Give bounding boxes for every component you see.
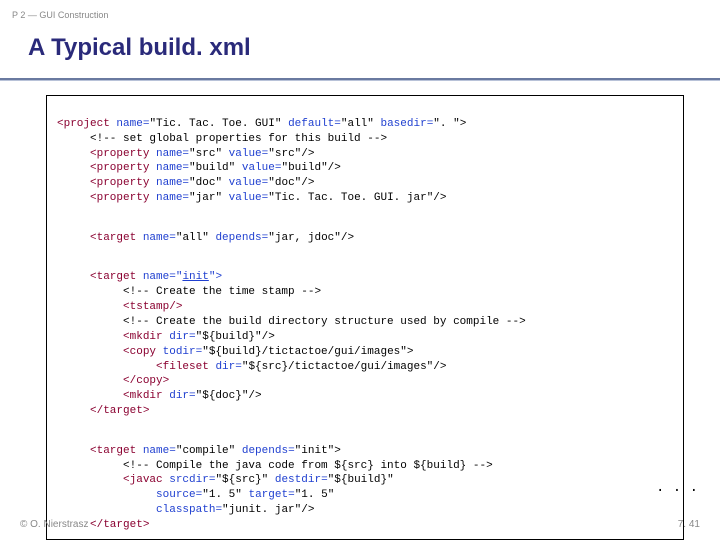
footer-page-number: 7. 41 (678, 519, 700, 530)
footer-copyright: © O. Nierstrasz (20, 519, 89, 530)
divider-light (0, 80, 720, 81)
footer: © O. Nierstrasz 7. 41 (20, 519, 700, 530)
code-box: <project name="Tic. Tac. Toe. GUI" defau… (46, 95, 684, 540)
ellipsis: . . . (656, 480, 698, 496)
page-title: A Typical build. xml (28, 34, 720, 62)
code-block-2: <target name="all" depends="jar, jdoc"/> (57, 231, 673, 246)
breadcrumb: P 2 — GUI Construction (0, 0, 720, 20)
code-block-3: <target name="init"> <!-- Create the tim… (57, 270, 673, 418)
code-block-1: <project name="Tic. Tac. Toe. GUI" defau… (57, 117, 673, 206)
